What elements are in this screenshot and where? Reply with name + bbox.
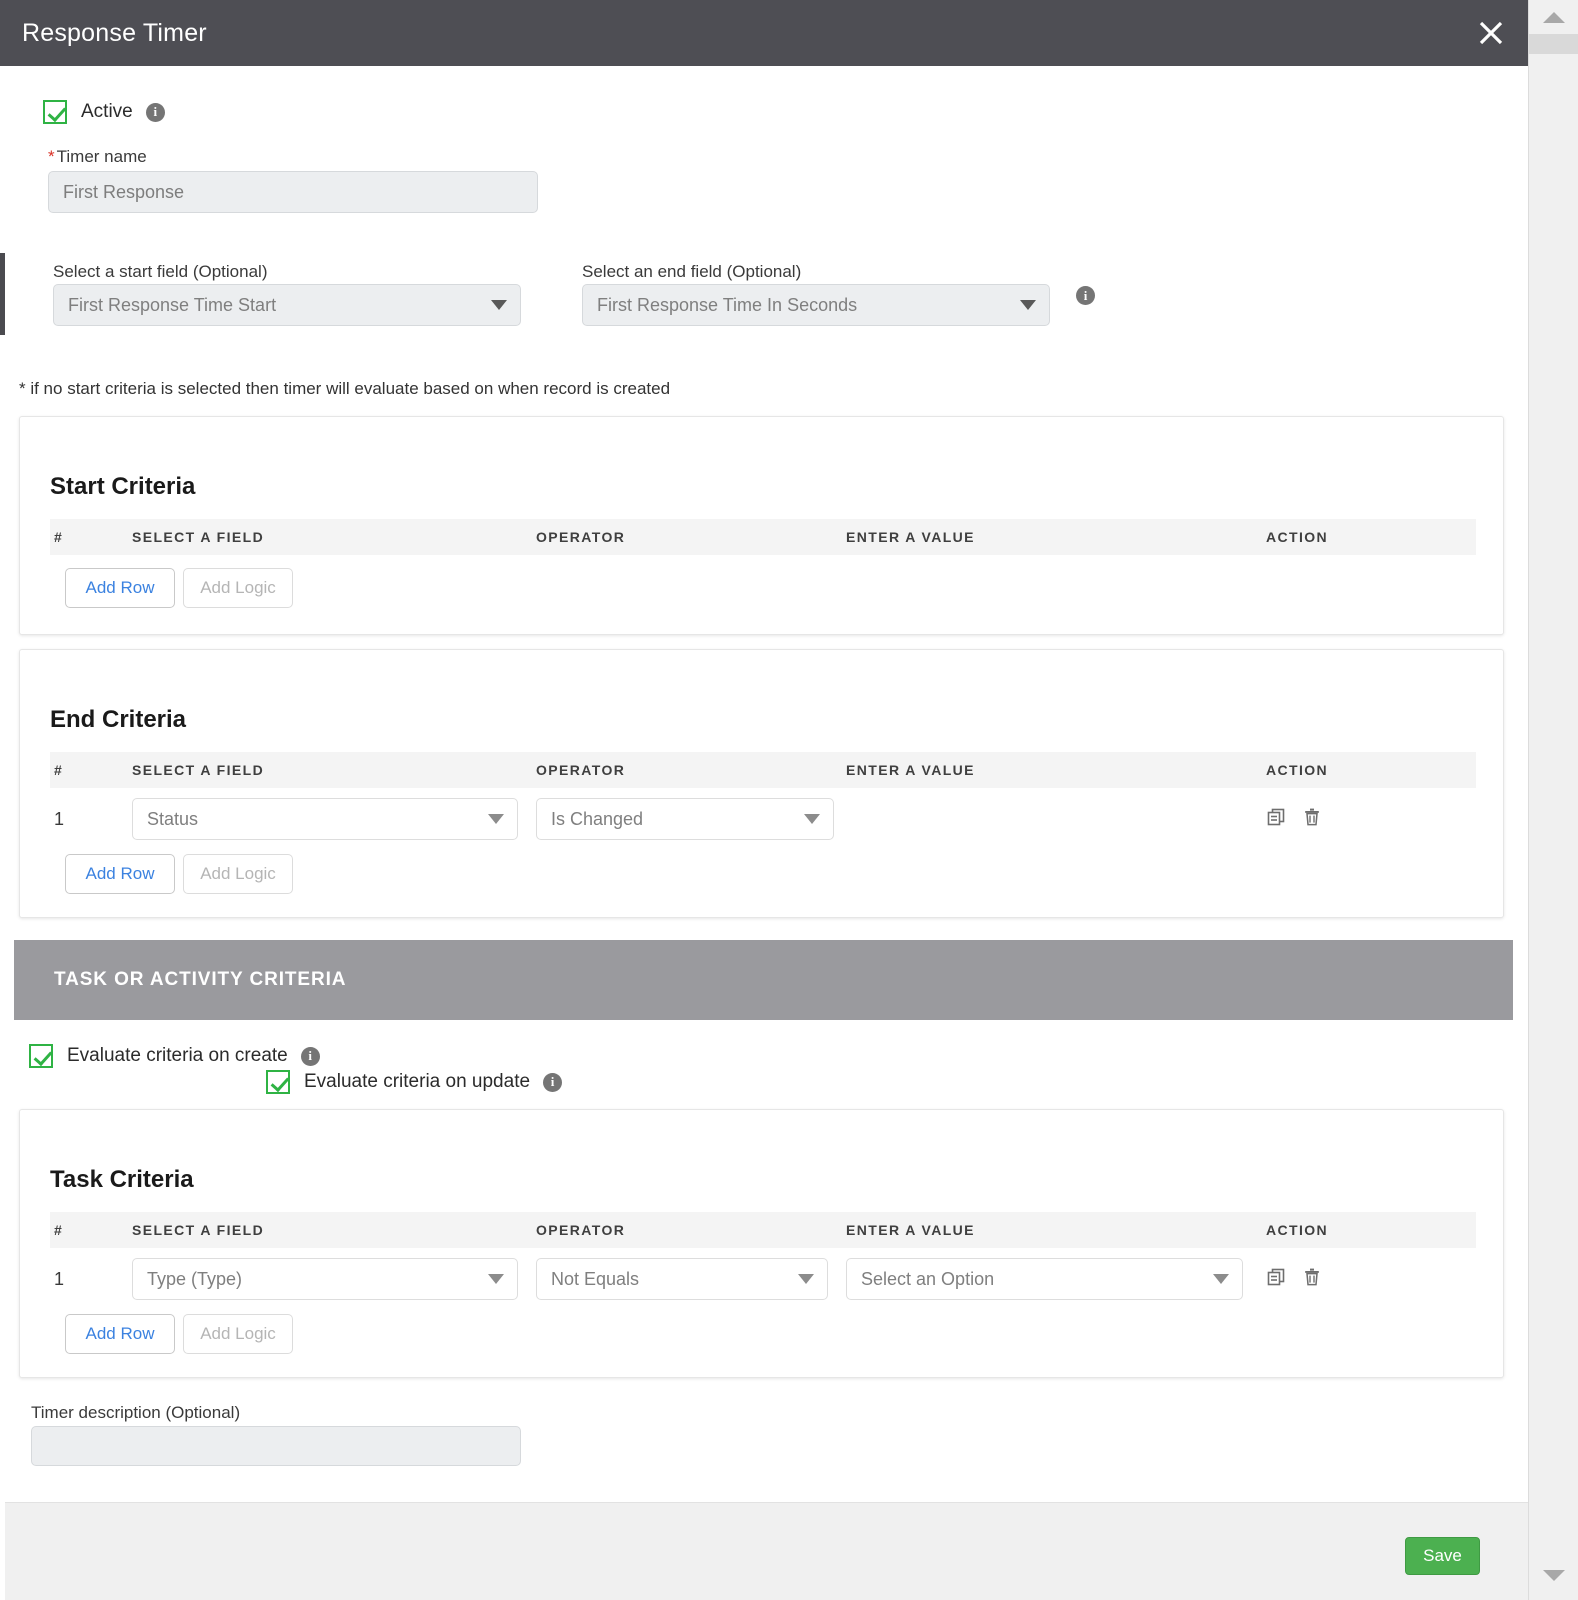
col-value: ENTER A VALUE xyxy=(846,529,975,545)
task-row-value-value: Select an Option xyxy=(846,1258,1243,1300)
timer-description-label: Timer description (Optional) xyxy=(31,1403,241,1422)
scroll-down-icon[interactable] xyxy=(1529,1558,1578,1592)
timer-name-input[interactable] xyxy=(48,171,538,213)
end-row-operator-value: Is Changed xyxy=(536,798,834,840)
task-add-logic-button[interactable]: Add Logic xyxy=(183,1314,293,1354)
end-row-field-value: Status xyxy=(132,798,518,840)
dialog-titlebar: Response Timer xyxy=(0,0,1528,66)
start-field-select[interactable]: First Response Time Start xyxy=(53,284,521,326)
evaluate-on-update-row: Evaluate criteria on update i xyxy=(266,1070,563,1094)
start-add-logic-button[interactable]: Add Logic xyxy=(183,568,293,608)
evaluate-on-update-checkbox[interactable] xyxy=(266,1070,290,1094)
vertical-scrollbar[interactable] xyxy=(1528,0,1578,1600)
col-operator: OPERATOR xyxy=(536,762,626,778)
col-field: SELECT A FIELD xyxy=(132,529,265,545)
task-criteria-title: Task Criteria xyxy=(50,1166,194,1193)
col-action: ACTION xyxy=(1266,529,1329,545)
task-row-operator-select[interactable]: Not Equals xyxy=(536,1258,828,1300)
task-criteria-table: # SELECT A FIELD OPERATOR ENTER A VALUE … xyxy=(50,1212,1476,1310)
end-add-logic-button[interactable]: Add Logic xyxy=(183,854,293,894)
col-field: SELECT A FIELD xyxy=(132,1222,265,1238)
end-row-actions xyxy=(1266,807,1466,832)
start-criteria-title: Start Criteria xyxy=(50,473,196,500)
evaluate-on-create-row: Evaluate criteria on create i xyxy=(29,1044,320,1068)
col-num: # xyxy=(54,1222,64,1238)
start-criteria-table-header: # SELECT A FIELD OPERATOR ENTER A VALUE … xyxy=(50,519,1476,555)
col-action: ACTION xyxy=(1266,1222,1329,1238)
save-button[interactable]: Save xyxy=(1405,1537,1480,1575)
col-num: # xyxy=(54,762,64,778)
end-criteria-panel: End Criteria # SELECT A FIELD OPERATOR E… xyxy=(19,649,1504,918)
start-field-select-value: First Response Time Start xyxy=(53,284,521,326)
active-checkbox[interactable] xyxy=(43,100,67,124)
start-field-label: Select a start field (Optional) xyxy=(53,262,268,281)
start-add-row-button[interactable]: Add Row xyxy=(65,568,175,608)
task-criteria-panel: Task Criteria # SELECT A FIELD OPERATOR … xyxy=(19,1109,1504,1378)
required-asterisk: * xyxy=(48,147,55,166)
end-row-operator-select[interactable]: Is Changed xyxy=(536,798,834,840)
row-number: 1 xyxy=(54,808,65,829)
col-operator: OPERATOR xyxy=(536,529,626,545)
table-row: 1 Status Is Changed xyxy=(50,788,1476,850)
end-criteria-buttons: Add Row Add Logic xyxy=(65,854,293,894)
timer-name-label-text: Timer name xyxy=(56,147,147,166)
end-add-row-button[interactable]: Add Row xyxy=(65,854,175,894)
task-criteria-table-header: # SELECT A FIELD OPERATOR ENTER A VALUE … xyxy=(50,1212,1476,1248)
active-checkbox-row: Active i xyxy=(43,100,165,124)
end-field-info-icon[interactable]: i xyxy=(1076,286,1095,305)
start-criteria-panel: Start Criteria # SELECT A FIELD OPERATOR… xyxy=(19,416,1504,635)
end-field-select[interactable]: First Response Time In Seconds xyxy=(582,284,1050,326)
task-row-field-select[interactable]: Type (Type) xyxy=(132,1258,518,1300)
col-value: ENTER A VALUE xyxy=(846,1222,975,1238)
col-action: ACTION xyxy=(1266,762,1329,778)
start-criteria-buttons: Add Row Add Logic xyxy=(65,568,293,608)
dialog-footer: Save xyxy=(5,1502,1528,1600)
task-add-row-button[interactable]: Add Row xyxy=(65,1314,175,1354)
evaluate-on-update-label: Evaluate criteria on update xyxy=(304,1071,531,1092)
timer-name-label: * Timer name xyxy=(48,147,147,167)
active-info-icon[interactable]: i xyxy=(145,102,165,122)
end-criteria-table-header: # SELECT A FIELD OPERATOR ENTER A VALUE … xyxy=(50,752,1476,788)
end-field-select-value: First Response Time In Seconds xyxy=(582,284,1050,326)
end-criteria-table: # SELECT A FIELD OPERATOR ENTER A VALUE … xyxy=(50,752,1476,850)
task-row-operator-value: Not Equals xyxy=(536,1258,828,1300)
evaluate-on-create-label: Evaluate criteria on create xyxy=(67,1045,288,1066)
task-row-field-value: Type (Type) xyxy=(132,1258,518,1300)
dialog-body: Active i *Timer name Select a start fiel… xyxy=(5,66,1528,1480)
task-activity-criteria-title: TASK OR ACTIVITY CRITERIA xyxy=(54,969,347,990)
table-row: 1 Type (Type) Not Equals Select an Optio… xyxy=(50,1248,1476,1310)
col-value: ENTER A VALUE xyxy=(846,762,975,778)
end-field-label: Select an end field (Optional) xyxy=(582,262,802,281)
evaluate-on-create-checkbox[interactable] xyxy=(29,1044,53,1068)
close-icon[interactable] xyxy=(1472,14,1510,52)
task-activity-criteria-bar: TASK OR ACTIVITY CRITERIA xyxy=(14,940,1513,1020)
task-row-actions xyxy=(1266,1267,1466,1292)
evaluate-on-update-info-icon[interactable]: i xyxy=(543,1072,563,1092)
trash-icon[interactable] xyxy=(1302,1267,1322,1292)
evaluate-on-create-info-icon[interactable]: i xyxy=(300,1046,320,1066)
scrollbar-thumb[interactable] xyxy=(1529,34,1578,54)
task-criteria-buttons: Add Row Add Logic xyxy=(65,1314,293,1354)
start-criteria-note: * if no start criteria is selected then … xyxy=(19,379,671,398)
task-row-value-select[interactable]: Select an Option xyxy=(846,1258,1243,1300)
end-criteria-title: End Criteria xyxy=(50,706,187,733)
copy-icon[interactable] xyxy=(1266,1267,1286,1292)
timer-description-input[interactable] xyxy=(31,1426,521,1466)
start-criteria-table: # SELECT A FIELD OPERATOR ENTER A VALUE … xyxy=(50,519,1476,555)
trash-icon[interactable] xyxy=(1302,807,1322,832)
scroll-up-icon[interactable] xyxy=(1529,0,1578,34)
response-timer-dialog: Response Timer Active i *Timer name Sele… xyxy=(0,0,1578,1600)
copy-icon[interactable] xyxy=(1266,807,1286,832)
end-row-field-select[interactable]: Status xyxy=(132,798,518,840)
col-operator: OPERATOR xyxy=(536,1222,626,1238)
col-field: SELECT A FIELD xyxy=(132,762,265,778)
active-checkbox-label: Active xyxy=(81,101,133,122)
footer-spacer xyxy=(5,1480,1528,1502)
row-number: 1 xyxy=(54,1268,65,1289)
col-num: # xyxy=(54,529,64,545)
page-title: Response Timer xyxy=(22,18,207,47)
